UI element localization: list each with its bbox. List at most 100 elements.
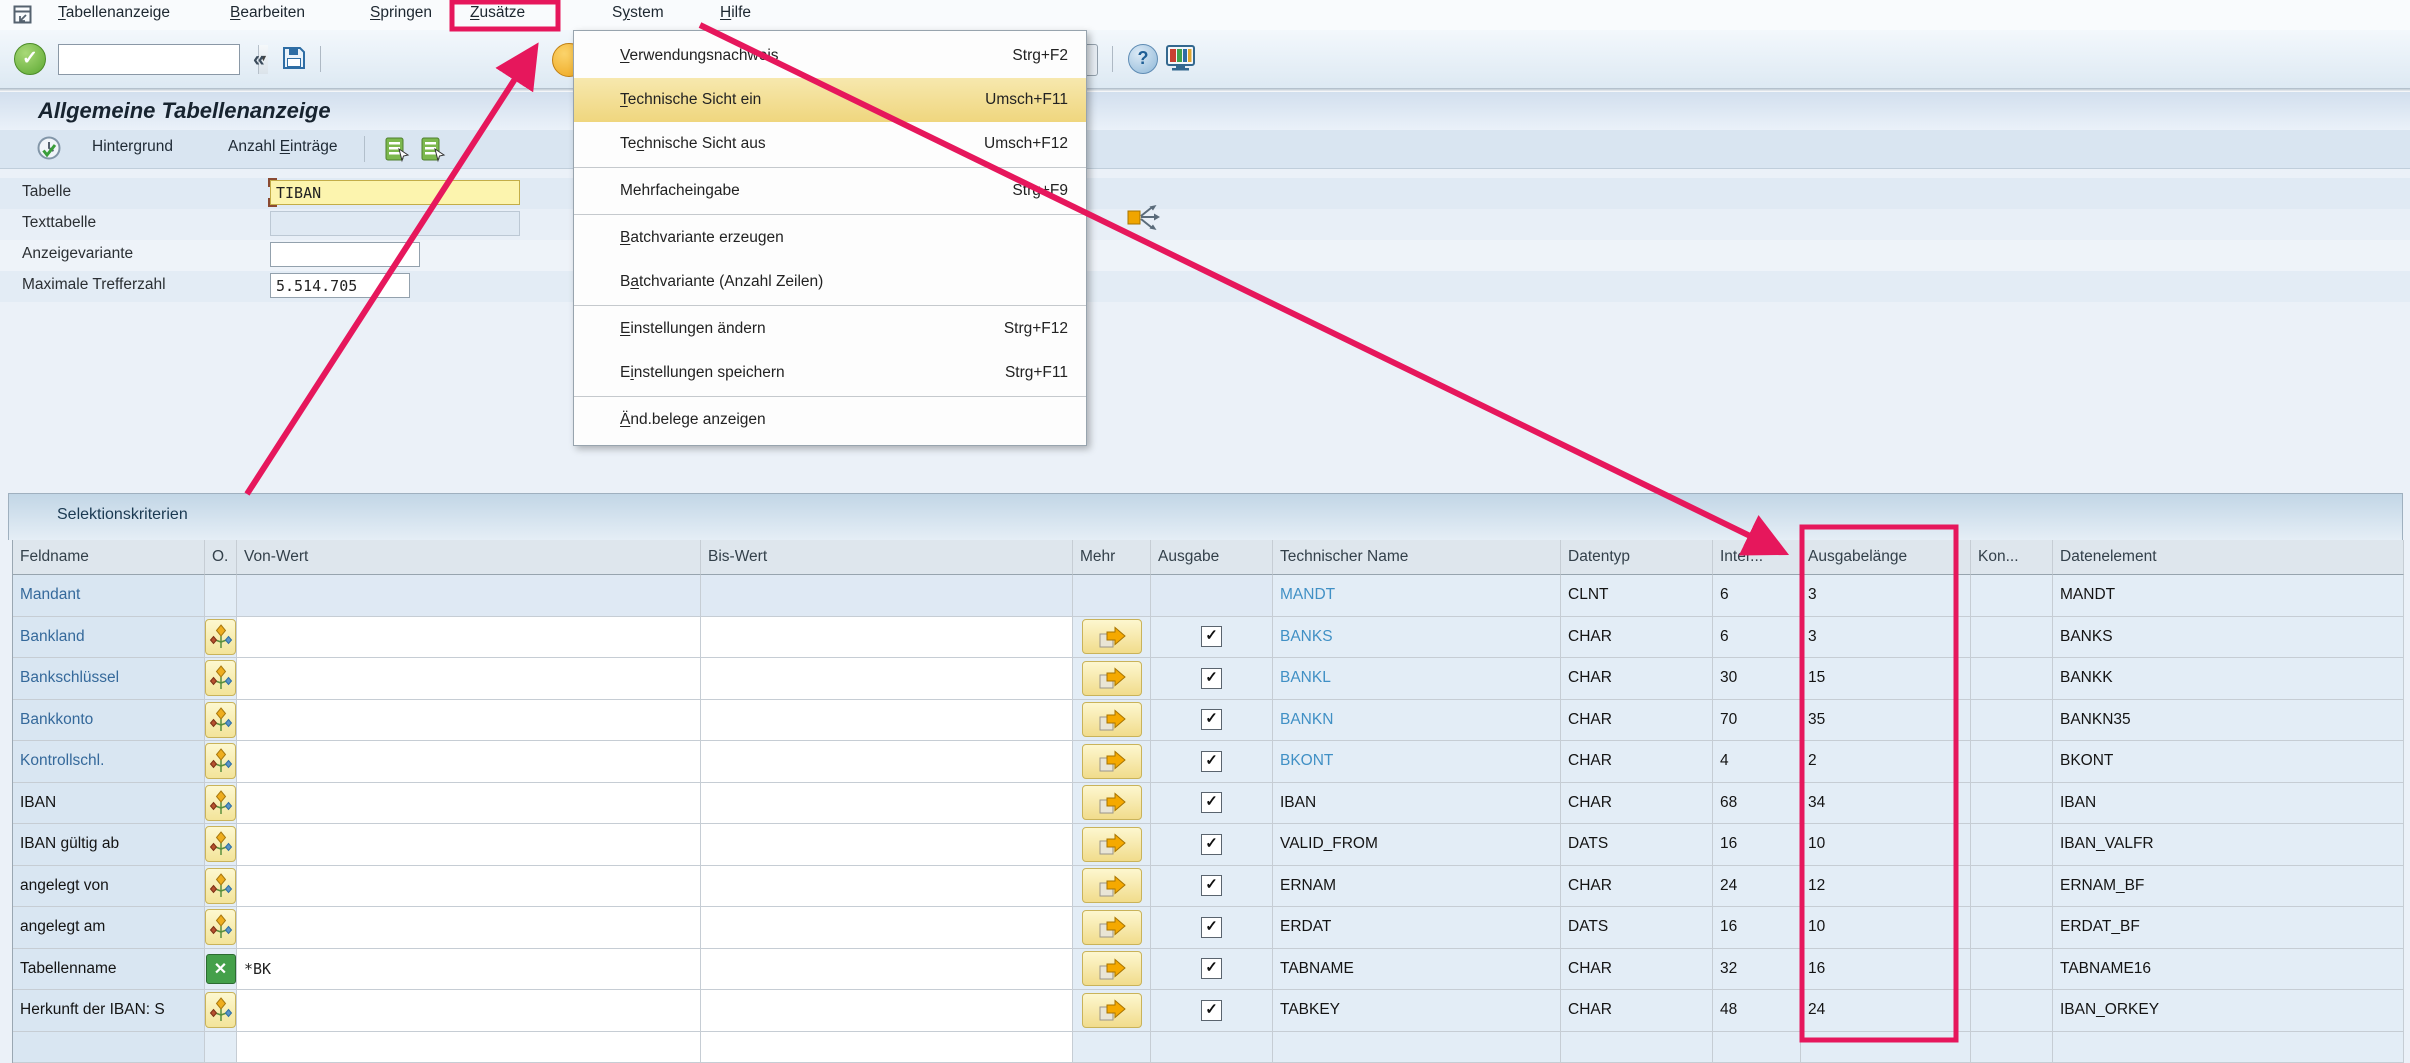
command-input[interactable] xyxy=(59,45,258,74)
monitor-icon[interactable] xyxy=(1166,45,1196,78)
menubar-item-hilfe[interactable]: Hilfe xyxy=(720,4,751,22)
selection-options-button[interactable] xyxy=(205,702,236,738)
menu-item-shortcut: Strg+F9 xyxy=(1012,182,1068,200)
ausgabe-checkbox[interactable]: ✓ xyxy=(1201,751,1222,772)
ausgabe-checkbox[interactable]: ✓ xyxy=(1201,875,1222,896)
bis-wert-input[interactable] xyxy=(701,1032,1073,1063)
selection-options-button[interactable] xyxy=(205,868,236,904)
bis-wert-input[interactable] xyxy=(701,658,1073,700)
von-wert-input[interactable] xyxy=(237,866,701,908)
ausgabelaenge-cell: 2 xyxy=(1801,741,1971,783)
menu-separator xyxy=(574,167,1086,168)
bis-wert-input[interactable] xyxy=(701,741,1073,783)
hintergrund-button[interactable]: Hintergrund xyxy=(92,138,173,156)
menu-item[interactable]: Batchvariante erzeugen xyxy=(574,216,1086,260)
von-wert-input[interactable]: *BK xyxy=(237,949,701,991)
menu-item[interactable]: MehrfacheingabeStrg+F9 xyxy=(574,169,1086,213)
selection-options-button[interactable] xyxy=(205,660,236,696)
bis-wert-input[interactable] xyxy=(701,990,1073,1032)
back-icon[interactable]: « xyxy=(516,43,530,74)
von-wert-input[interactable] xyxy=(237,824,701,866)
o-cell xyxy=(205,700,237,742)
ausgabe-checkbox[interactable]: ✓ xyxy=(1201,917,1222,938)
tabelle-input[interactable]: TIBAN xyxy=(270,180,520,205)
von-wert-input[interactable] xyxy=(237,700,701,742)
multiple-selection-button[interactable] xyxy=(1082,661,1142,696)
bis-wert-input[interactable] xyxy=(701,866,1073,908)
menubar-item-system[interactable]: System xyxy=(612,4,664,22)
konvertierung-cell xyxy=(1971,907,2053,949)
bis-wert-input[interactable] xyxy=(701,783,1073,825)
multiple-selection-button[interactable] xyxy=(1082,910,1142,945)
von-wert-input[interactable] xyxy=(237,658,701,700)
selection-options-button[interactable] xyxy=(205,743,236,779)
command-field[interactable]: ▼ xyxy=(58,44,240,75)
multiple-selection-button[interactable] xyxy=(1082,951,1142,986)
select-all-icon[interactable] xyxy=(384,136,411,168)
multiple-selection-button[interactable] xyxy=(1082,702,1142,737)
execute-icon[interactable] xyxy=(36,135,63,167)
ausgabe-checkbox[interactable]: ✓ xyxy=(1201,834,1222,855)
von-wert-input[interactable] xyxy=(237,741,701,783)
menu-item[interactable]: Einstellungen ändernStrg+F12 xyxy=(574,307,1086,351)
deselect-all-icon[interactable] xyxy=(420,136,447,168)
selection-options-button[interactable] xyxy=(205,785,236,821)
selection-options-button[interactable] xyxy=(205,826,236,862)
ausgabe-checkbox[interactable]: ✓ xyxy=(1201,668,1222,689)
multiple-selection-button[interactable] xyxy=(1082,785,1142,820)
distribute-icon[interactable] xyxy=(1126,200,1162,237)
bis-wert-input[interactable] xyxy=(701,949,1073,991)
ausgabe-checkbox[interactable]: ✓ xyxy=(1201,709,1222,730)
von-wert-input[interactable] xyxy=(237,907,701,949)
ausgabe-checkbox[interactable]: ✓ xyxy=(1201,1000,1222,1021)
multiple-selection-button[interactable] xyxy=(1082,827,1142,862)
menubar-item-bearbeiten[interactable]: Bearbeiten xyxy=(230,4,305,22)
save-icon[interactable] xyxy=(281,45,307,76)
technical-name-cell: BANKL xyxy=(1273,658,1561,700)
ausgabe-checkbox[interactable]: ✓ xyxy=(1201,958,1222,979)
multiple-selection-button[interactable] xyxy=(1082,619,1142,654)
bis-wert-input[interactable] xyxy=(701,617,1073,659)
menubar-item-tabellenanzeige[interactable]: Tabellenanzeige xyxy=(58,4,170,22)
menu-item-label: Änd.belege anzeigen xyxy=(620,411,1056,429)
von-wert-input[interactable] xyxy=(237,990,701,1032)
bis-wert-input[interactable] xyxy=(701,907,1073,949)
selection-options-button[interactable] xyxy=(205,619,236,655)
menu-item[interactable]: Technische Sicht einUmsch+F11 xyxy=(574,78,1086,122)
menu-item[interactable]: Änd.belege anzeigen xyxy=(574,398,1086,442)
ausgabe-checkbox[interactable]: ✓ xyxy=(1201,792,1222,813)
multiple-selection-button[interactable] xyxy=(1082,868,1142,903)
datenelement-cell: IBAN xyxy=(2053,783,2404,825)
enter-button[interactable]: ✓ xyxy=(14,43,46,75)
ausgabelaenge-cell xyxy=(1801,1032,1971,1063)
multiple-selection-button[interactable] xyxy=(1082,993,1142,1028)
menu-item[interactable]: Technische Sicht ausUmsch+F12 xyxy=(574,122,1086,166)
bis-wert-input[interactable] xyxy=(701,700,1073,742)
bis-wert-input xyxy=(701,575,1073,617)
app-menu-icon[interactable] xyxy=(12,4,34,31)
von-wert-input[interactable] xyxy=(237,617,701,659)
anzeigevariante-input[interactable] xyxy=(270,242,420,267)
interne-laenge-cell: 6 xyxy=(1713,617,1801,659)
ausgabelaenge-cell: 24 xyxy=(1801,990,1971,1032)
anzahl-eintraege-button[interactable]: Anzahl Einträge xyxy=(228,138,337,156)
menubar-item-springen[interactable]: Springen xyxy=(370,4,432,22)
multiple-selection-button[interactable] xyxy=(1082,744,1142,779)
help-icon[interactable]: ? xyxy=(1128,44,1158,74)
collapse-icon[interactable]: « xyxy=(253,48,265,72)
ausgabe-cell: ✓ xyxy=(1151,741,1273,783)
selection-options-button[interactable] xyxy=(205,909,236,945)
menu-item[interactable]: Batchvariante (Anzahl Zeilen) xyxy=(574,260,1086,304)
von-wert-input[interactable] xyxy=(237,783,701,825)
ausgabe-checkbox[interactable]: ✓ xyxy=(1201,626,1222,647)
menubar-item-zusaetze[interactable]: Zusätze xyxy=(470,4,525,22)
menu-item[interactable]: Einstellungen speichernStrg+F11 xyxy=(574,351,1086,395)
bis-wert-input[interactable] xyxy=(701,824,1073,866)
max-trefferzahl-input[interactable]: 5.514.705 xyxy=(270,273,410,298)
selection-options-button[interactable] xyxy=(205,992,236,1028)
exclude-selection-button[interactable]: ✕ xyxy=(206,954,236,984)
menu-item[interactable]: VerwendungsnachweisStrg+F2 xyxy=(574,34,1086,78)
ausgabe-cell: ✓ xyxy=(1151,700,1273,742)
von-wert-input[interactable] xyxy=(237,1032,701,1063)
column-header-tech: Technischer Name xyxy=(1273,540,1561,575)
